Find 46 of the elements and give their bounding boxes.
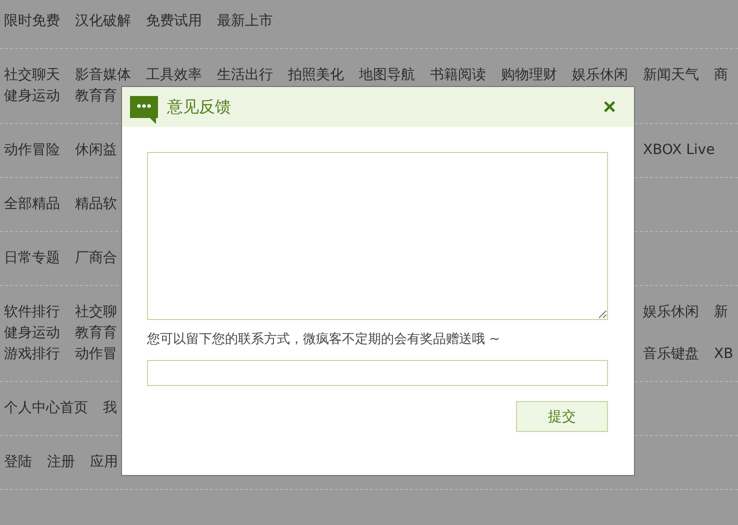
- category-link[interactable]: 教育育: [75, 323, 117, 344]
- category-link[interactable]: 教育育: [75, 86, 117, 107]
- category-link[interactable]: 拍照美化: [288, 65, 344, 86]
- category-link[interactable]: 健身运动: [4, 323, 60, 344]
- contact-hint: 您可以留下您的联系方式，微疯客不定期的会有奖品赠送哦 ~: [147, 331, 502, 349]
- category-link[interactable]: 健身运动: [4, 86, 60, 107]
- category-link[interactable]: 书籍阅读: [430, 65, 486, 86]
- category-link[interactable]: 地图导航: [359, 65, 415, 86]
- category-link[interactable]: 应用: [90, 452, 118, 473]
- category-link[interactable]: 限时免费: [4, 11, 60, 32]
- category-link[interactable]: 汉化破解: [75, 11, 131, 32]
- category-link[interactable]: 登陆: [4, 452, 32, 473]
- category-link[interactable]: 厂商合: [75, 248, 117, 269]
- dialog-title: 意见反馈: [167, 96, 231, 118]
- category-link[interactable]: 免费试用: [146, 11, 202, 32]
- category-link[interactable]: 影音媒体: [75, 65, 131, 86]
- category-link[interactable]: 购物理财: [501, 65, 557, 86]
- category-link[interactable]: 精品软: [75, 194, 117, 215]
- category-link[interactable]: 软件排行: [4, 302, 60, 323]
- category-link[interactable]: 音乐键盘: [643, 344, 699, 365]
- category-link[interactable]: 商: [714, 65, 728, 86]
- category-link[interactable]: 动作冒险: [4, 140, 60, 161]
- close-button[interactable]: ×: [593, 96, 626, 118]
- category-link[interactable]: 游戏排行: [4, 344, 60, 365]
- category-link[interactable]: 注册: [47, 452, 75, 473]
- category-link[interactable]: 个人中心首页: [4, 398, 88, 419]
- submit-button[interactable]: 提交: [516, 401, 608, 432]
- category-link[interactable]: XBOX Live: [643, 140, 715, 161]
- category-link[interactable]: XB: [714, 344, 734, 365]
- category-link[interactable]: 我: [103, 398, 117, 419]
- category-link[interactable]: 新: [714, 302, 728, 323]
- category-link[interactable]: 社交聊天: [4, 65, 60, 86]
- contact-field[interactable]: [147, 360, 608, 386]
- category-link[interactable]: 日常专题: [4, 248, 60, 269]
- feedback-field[interactable]: [147, 152, 608, 320]
- category-link[interactable]: 休闲益: [75, 140, 117, 161]
- category-link[interactable]: 生活出行: [217, 65, 273, 86]
- category-link[interactable]: 新闻天气: [643, 65, 699, 86]
- category-link[interactable]: 娱乐休闲: [572, 65, 628, 86]
- category-link[interactable]: 工具效率: [146, 65, 202, 86]
- category-link[interactable]: 最新上市: [217, 11, 273, 32]
- category-link[interactable]: 娱乐休闲: [643, 302, 699, 323]
- chat-bubble-icon: [130, 96, 158, 124]
- category-link[interactable]: 动作冒: [75, 344, 117, 365]
- category-link[interactable]: 全部精品: [4, 194, 60, 215]
- category-link[interactable]: 社交聊: [75, 302, 117, 323]
